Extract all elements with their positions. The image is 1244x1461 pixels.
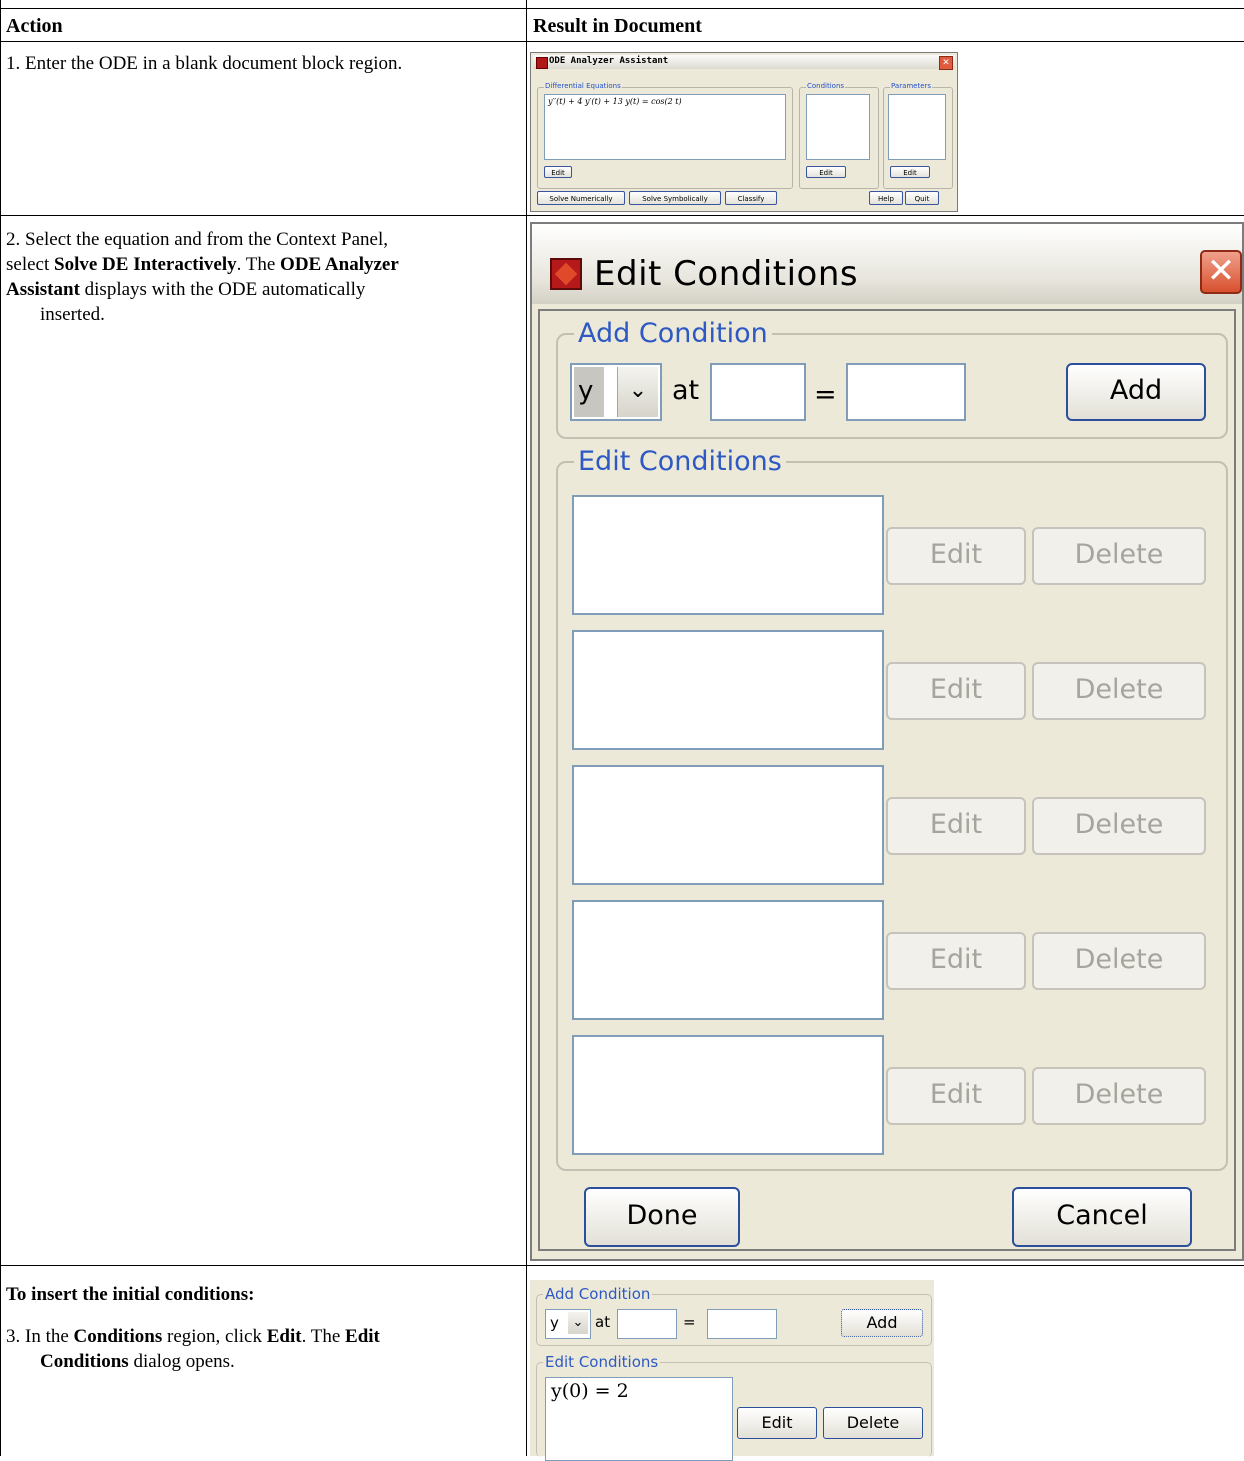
add-condition-label: Add Condition bbox=[543, 1285, 653, 1303]
condition-slot-3[interactable] bbox=[572, 765, 884, 885]
condition-slot-5[interactable] bbox=[572, 1035, 884, 1155]
step-1-text: 1. Enter the ODE in a blank document blo… bbox=[6, 53, 403, 74]
condition-slot-2[interactable] bbox=[572, 630, 884, 750]
app-logo-icon bbox=[550, 258, 582, 290]
ode-analyzer-title: ODE Analyzer Assistant bbox=[549, 56, 669, 66]
table-row-divider bbox=[0, 215, 1244, 216]
chevron-down-icon[interactable]: ⌄ bbox=[617, 367, 658, 417]
edit-conditions-dialog: Edit Conditions ✕ Add Condition y ⌄ at =… bbox=[530, 222, 1244, 1261]
chevron-down-icon[interactable]: ⌄ bbox=[568, 1312, 588, 1334]
function-dropdown[interactable]: y ⌄ bbox=[570, 363, 662, 421]
at-label: at bbox=[595, 1313, 611, 1331]
solve-numerically-button[interactable]: Solve Numerically bbox=[537, 191, 625, 205]
step-2-line-3: Assistant displays with the ODE automati… bbox=[6, 279, 366, 300]
step-3-line-1: 3. In the Conditions region, click Edit.… bbox=[6, 1326, 380, 1347]
table-row-divider bbox=[0, 1265, 1244, 1266]
add-condition-group: Add Condition y ⌄ at = Add bbox=[556, 318, 1228, 439]
done-button[interactable]: Done bbox=[584, 1187, 740, 1247]
edit-button[interactable]: Edit bbox=[737, 1407, 817, 1439]
edit-conditions-label: Edit Conditions bbox=[574, 446, 786, 477]
step-2-line-4: inserted. bbox=[40, 304, 105, 325]
edit-button[interactable]: Edit bbox=[886, 527, 1026, 585]
edit-conditions-label: Edit Conditions bbox=[543, 1353, 661, 1371]
cancel-button[interactable]: Cancel bbox=[1012, 1187, 1192, 1247]
equations-group: Differential Equations y′′(t) + 4 y′(t) … bbox=[537, 82, 793, 189]
parameters-edit-button[interactable]: Edit bbox=[890, 166, 930, 178]
point-field[interactable] bbox=[617, 1309, 677, 1339]
edit-button[interactable]: Edit bbox=[886, 932, 1026, 990]
quit-button[interactable]: Quit bbox=[905, 191, 939, 205]
document-table: Action Result in Document 1. Enter the O… bbox=[0, 0, 1244, 1461]
conditions-box[interactable] bbox=[806, 94, 870, 160]
delete-button[interactable]: Delete bbox=[1032, 932, 1206, 990]
classify-button[interactable]: Classify bbox=[725, 191, 777, 205]
function-value: y bbox=[550, 1314, 559, 1332]
conditions-snippet: Add Condition y ⌄ at = Add Edit Conditio… bbox=[530, 1280, 934, 1461]
step-3-line-2: Conditions dialog opens. bbox=[40, 1351, 235, 1372]
edit-button[interactable]: Edit bbox=[886, 797, 1026, 855]
parameters-group: Parameters Edit bbox=[883, 82, 953, 189]
equals-label: = bbox=[814, 379, 837, 410]
parameters-group-label: Parameters bbox=[890, 82, 933, 90]
point-field[interactable] bbox=[710, 363, 806, 421]
condition-value: y(0) = 2 bbox=[551, 1380, 629, 1402]
equations-edit-button[interactable]: Edit bbox=[544, 166, 572, 178]
function-value: y bbox=[574, 367, 604, 417]
delete-button[interactable]: Delete bbox=[823, 1407, 923, 1439]
dialog-title: Edit Conditions bbox=[594, 254, 859, 294]
parameters-box[interactable] bbox=[888, 94, 946, 160]
close-icon[interactable]: ✕ bbox=[1200, 250, 1242, 294]
add-button[interactable]: Add bbox=[1066, 363, 1206, 421]
ode-equation: y′′(t) + 4 y′(t) + 13 y(t) = cos(2 t) bbox=[548, 97, 682, 106]
solve-symbolically-button[interactable]: Solve Symbolically bbox=[629, 191, 721, 205]
ode-analyzer-window: ODE Analyzer Assistant ✕ Differential Eq… bbox=[530, 52, 958, 212]
condition-slot-1[interactable] bbox=[572, 495, 884, 615]
value-field[interactable] bbox=[707, 1309, 777, 1339]
dialog-titlebar: Edit Conditions ✕ bbox=[532, 224, 1242, 304]
table-column-divider bbox=[526, 0, 527, 1456]
value-field[interactable] bbox=[846, 363, 966, 421]
equations-box[interactable]: y′′(t) + 4 y′(t) + 13 y(t) = cos(2 t) bbox=[544, 94, 786, 160]
close-icon[interactable]: ✕ bbox=[939, 56, 953, 70]
help-button[interactable]: Help bbox=[869, 191, 903, 205]
function-dropdown[interactable]: y ⌄ bbox=[545, 1309, 591, 1339]
add-condition-label: Add Condition bbox=[574, 318, 772, 349]
step-2-line-1: 2. Select the equation and from the Cont… bbox=[6, 229, 389, 250]
edit-button[interactable]: Edit bbox=[886, 662, 1026, 720]
add-button[interactable]: Add bbox=[841, 1309, 923, 1337]
delete-button[interactable]: Delete bbox=[1032, 527, 1206, 585]
equations-group-label: Differential Equations bbox=[544, 82, 622, 90]
header-action: Action bbox=[6, 15, 63, 37]
edit-conditions-group: Edit Conditions Edit Delete Edit Delete … bbox=[556, 446, 1228, 1171]
ode-analyzer-titlebar: ODE Analyzer Assistant ✕ bbox=[533, 55, 955, 70]
condition-slot-1[interactable]: y(0) = 2 bbox=[545, 1377, 733, 1461]
conditions-group-label: Conditions bbox=[806, 82, 846, 90]
delete-button[interactable]: Delete bbox=[1032, 662, 1206, 720]
table-border-top bbox=[0, 8, 1244, 9]
dialog-body: Add Condition y ⌄ at = Add Edit Conditio… bbox=[538, 309, 1236, 1251]
table-header-divider bbox=[0, 41, 1244, 42]
header-result: Result in Document bbox=[533, 15, 702, 37]
delete-button[interactable]: Delete bbox=[1032, 1067, 1206, 1125]
table-border-left bbox=[0, 0, 1, 1456]
conditions-edit-button[interactable]: Edit bbox=[806, 166, 846, 178]
step-3-heading: To insert the initial conditions: bbox=[6, 1284, 255, 1305]
equals-label: = bbox=[683, 1313, 696, 1331]
delete-button[interactable]: Delete bbox=[1032, 797, 1206, 855]
at-label: at bbox=[672, 375, 700, 406]
app-logo-icon bbox=[536, 57, 548, 69]
conditions-group: Conditions Edit bbox=[799, 82, 879, 189]
edit-button[interactable]: Edit bbox=[886, 1067, 1026, 1125]
edit-conditions-group: Edit Conditions y(0) = 2 Edit Delete bbox=[536, 1353, 932, 1461]
condition-slot-4[interactable] bbox=[572, 900, 884, 1020]
step-2-line-2: select Solve DE Interactively. The ODE A… bbox=[6, 254, 399, 275]
add-condition-group: Add Condition y ⌄ at = Add bbox=[536, 1285, 932, 1346]
